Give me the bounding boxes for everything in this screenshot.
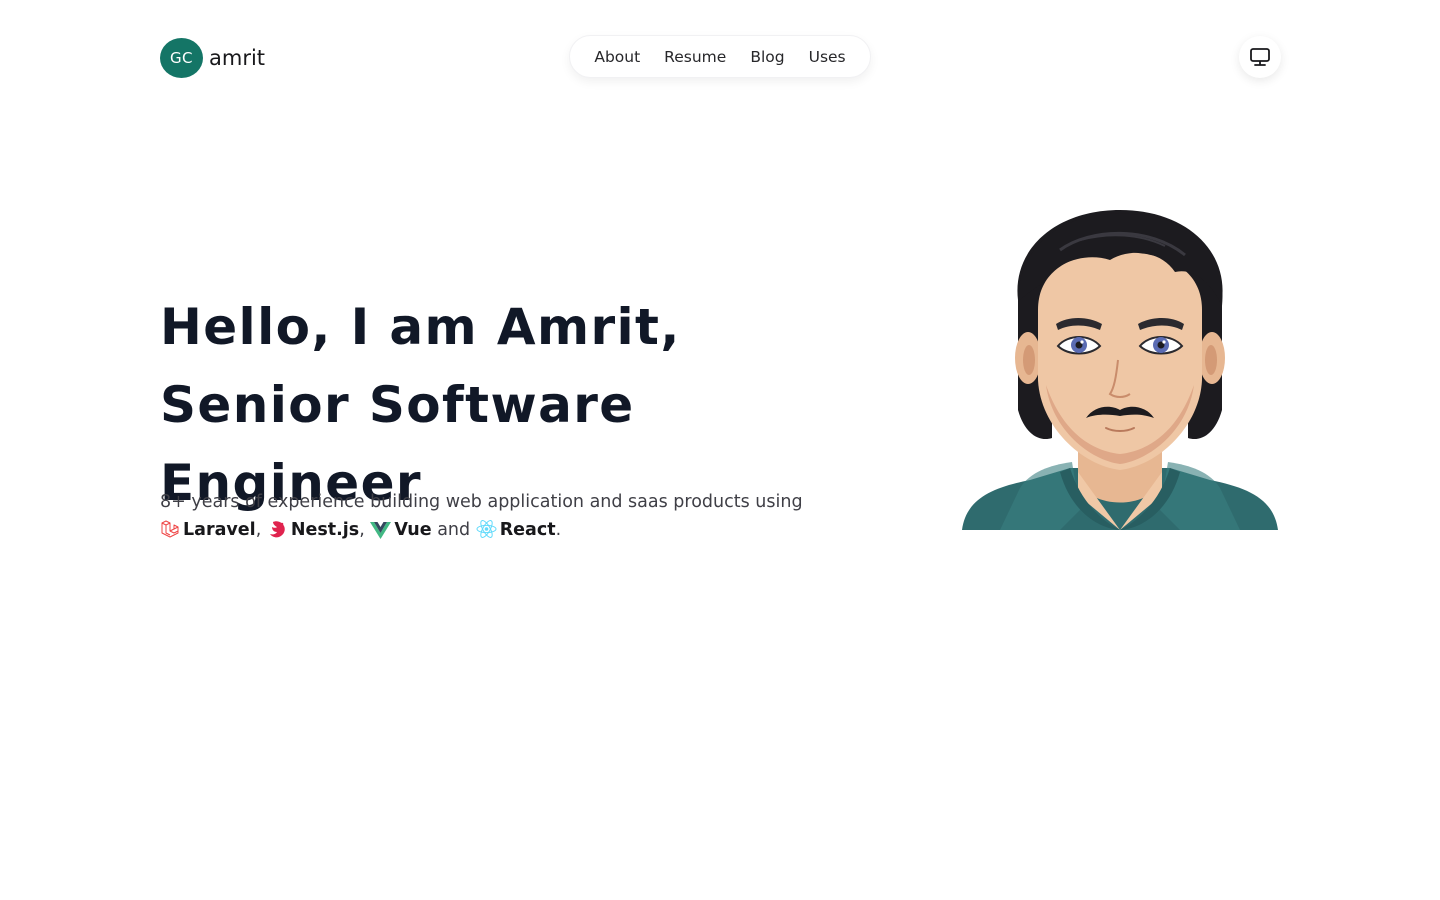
tech-react: React <box>476 520 556 540</box>
nav-item-about[interactable]: About <box>594 48 640 66</box>
site-logo[interactable]: GC amrit <box>160 38 265 78</box>
conjunction-and: and <box>437 520 471 540</box>
nav-item-blog[interactable]: Blog <box>750 48 784 66</box>
tech-name-laravel: Laravel <box>183 520 256 540</box>
theme-toggle-button[interactable] <box>1239 36 1281 78</box>
tech-name-nestjs: Nest.js <box>290 520 360 540</box>
react-icon <box>476 520 497 538</box>
tech-vue: Vue <box>370 520 432 540</box>
nestjs-icon <box>269 521 285 538</box>
tech-name-react: React <box>499 520 556 540</box>
tech-nestjs: Nest.js <box>267 520 359 540</box>
nav-item-resume[interactable]: Resume <box>664 48 726 66</box>
separator-1: , <box>255 520 262 540</box>
tech-laravel: Laravel <box>160 520 256 540</box>
logo-name: amrit <box>209 46 266 70</box>
laravel-icon <box>161 520 179 538</box>
period: . <box>555 520 562 540</box>
hero-headline: Hello, I am Amrit, Senior Software Engin… <box>160 298 681 512</box>
separator-2: , <box>359 520 365 540</box>
intro-text: 8+ years of experience building web appl… <box>160 492 803 512</box>
avatar-illustration <box>960 210 1280 530</box>
monitor-icon <box>1250 48 1270 66</box>
nav-item-uses[interactable]: Uses <box>809 48 846 66</box>
hero-intro: 8+ years of experience building web appl… <box>160 488 880 544</box>
tech-name-vue: Vue <box>394 520 432 540</box>
main-nav: About Resume Blog Uses <box>569 35 871 78</box>
vue-icon <box>370 522 392 539</box>
logo-badge: GC <box>160 38 203 78</box>
